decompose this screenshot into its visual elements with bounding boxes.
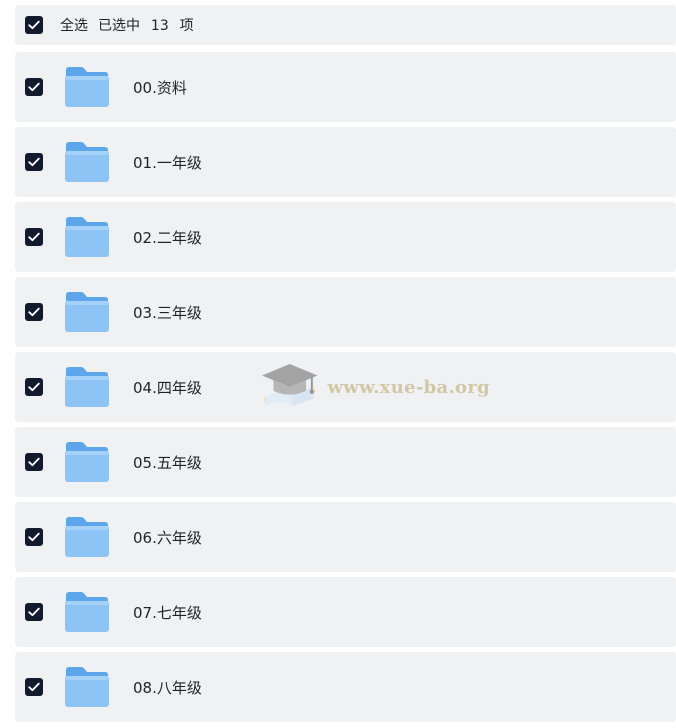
selected-count: 13 [150,18,169,34]
folder-name: 08.八年级 [133,678,202,697]
folder-name: 00.资料 [133,78,187,97]
folder-name: 03.三年级 [133,303,202,322]
row-checkbox[interactable] [25,528,43,546]
row-checkbox[interactable] [25,78,43,96]
folder-name: 04.四年级 [133,378,202,397]
checkmark-icon [28,607,40,617]
folder-list: 00.资料 01.一年级 02.二年级 03.三年级 04.四年级 05.五年级… [15,52,676,727]
selected-count-text: 已选中 13 项 [98,18,194,34]
folder-name: 01.一年级 [133,153,202,172]
folder-name: 07.七年级 [133,603,202,622]
checkmark-icon [28,20,40,30]
folder-icon [65,67,109,107]
row-checkbox[interactable] [25,378,43,396]
row-checkbox[interactable] [25,678,43,696]
folder-icon [65,292,109,332]
folder-icon [65,592,109,632]
file-selection-page: 全选 已选中 13 项 00.资料 01.一年级 02.二年级 03.三年级 0… [0,0,676,728]
row-checkbox[interactable] [25,228,43,246]
folder-row[interactable]: 03.三年级 [15,277,676,347]
folder-icon [65,367,109,407]
select-all-checkbox[interactable] [25,16,43,34]
folder-icon [65,142,109,182]
folder-row[interactable]: 08.八年级 [15,652,676,722]
row-checkbox[interactable] [25,603,43,621]
row-checkbox[interactable] [25,303,43,321]
select-all-bar: 全选 已选中 13 项 [15,5,676,45]
checkmark-icon [28,382,40,392]
folder-row[interactable]: 05.五年级 [15,427,676,497]
checkmark-icon [28,307,40,317]
folder-name: 02.二年级 [133,228,202,247]
folder-name: 06.六年级 [133,528,202,547]
folder-icon [65,442,109,482]
checkmark-icon [28,532,40,542]
folder-icon [65,667,109,707]
checkmark-icon [28,82,40,92]
row-checkbox[interactable] [25,153,43,171]
folder-row[interactable]: 06.六年级 [15,502,676,572]
folder-row[interactable]: 00.资料 [15,52,676,122]
checkmark-icon [28,232,40,242]
select-all-label[interactable]: 全选 [60,15,88,35]
folder-row[interactable]: 02.二年级 [15,202,676,272]
folder-row[interactable]: 01.一年级 [15,127,676,197]
checkmark-icon [28,457,40,467]
folder-name: 05.五年级 [133,453,202,472]
selection-summary: 全选 已选中 13 项 [60,15,194,35]
checkmark-icon [28,157,40,167]
folder-icon [65,217,109,257]
folder-icon [65,517,109,557]
row-checkbox[interactable] [25,453,43,471]
folder-row[interactable]: 07.七年级 [15,577,676,647]
checkmark-icon [28,682,40,692]
folder-row[interactable]: 04.四年级 [15,352,676,422]
